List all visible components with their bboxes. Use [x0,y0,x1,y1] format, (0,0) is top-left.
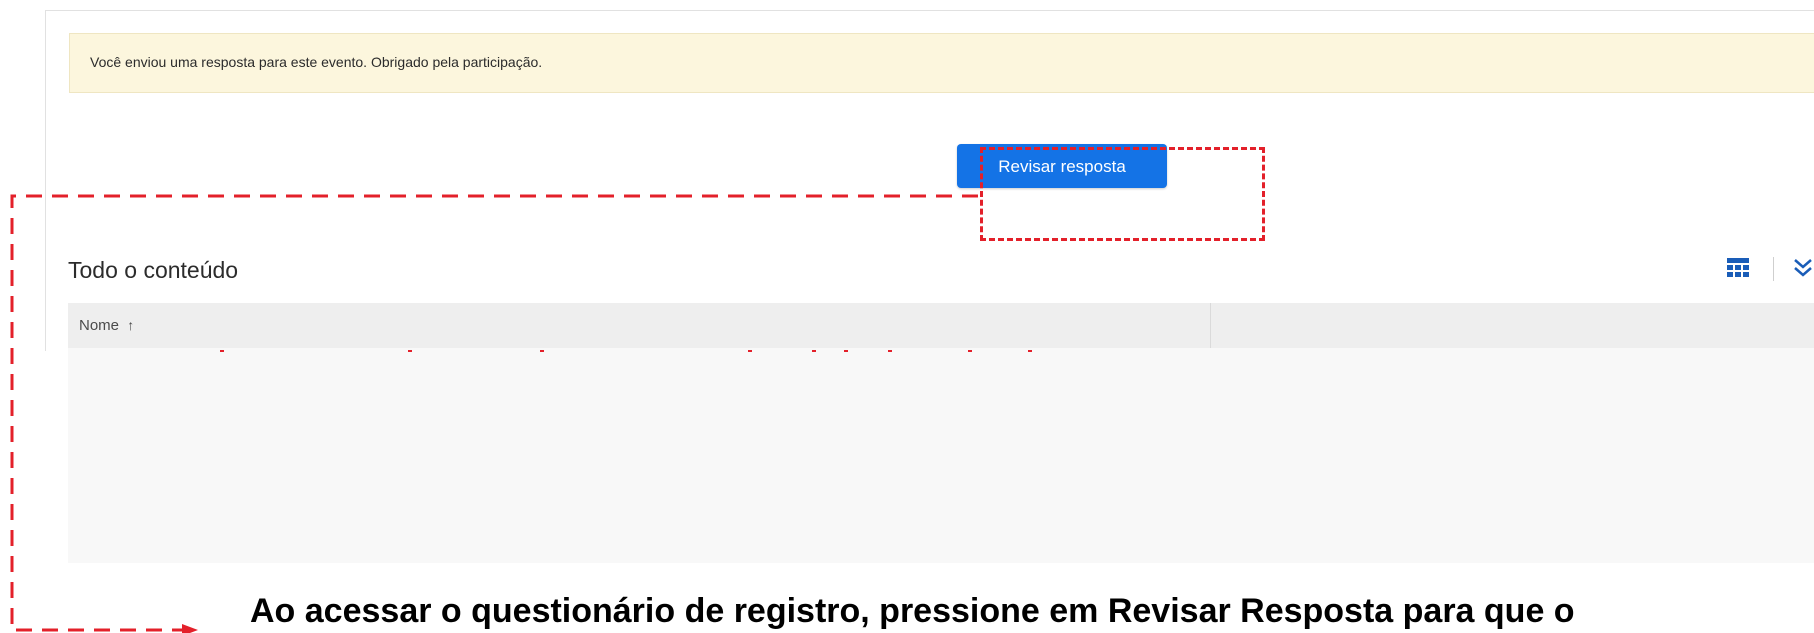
column-header-name-label: Nome [79,317,120,334]
annotation-caption: Ao acessar o questionário de registro, p… [250,592,1575,630]
screenshot-canvas: Você enviou uma resposta para este event… [0,0,1814,633]
table-body-empty [68,348,1814,563]
column-divider [1210,303,1211,348]
grid-view-icon[interactable] [1727,258,1749,277]
review-response-button[interactable]: Revisar resposta [957,144,1167,188]
section-title: Todo o conteúdo [68,257,239,283]
table-header: Nome ↑ [68,303,1814,349]
toolbar-divider [1773,257,1774,281]
confirmation-message: Você enviou uma resposta para este event… [90,54,543,70]
confirmation-banner: Você enviou uma resposta para este event… [69,33,1814,93]
column-header-name[interactable]: Nome ↑ [79,317,134,334]
event-response-panel: Você enviou uma resposta para este event… [45,10,1814,351]
annotation-red-traces [220,350,1032,352]
chevron-double-down-icon[interactable] [1792,257,1814,279]
sort-ascending-icon: ↑ [127,317,135,333]
